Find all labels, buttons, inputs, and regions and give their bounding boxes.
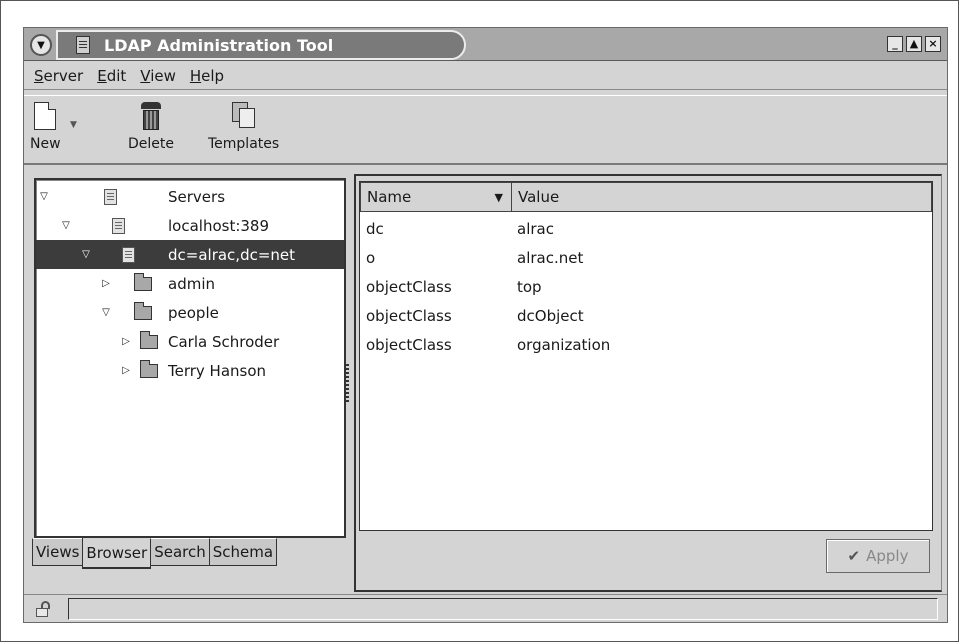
- pane-splitter-handle[interactable]: [346, 364, 349, 404]
- folder-icon: [134, 301, 152, 320]
- menu-edit[interactable]: Edit: [97, 67, 126, 85]
- tree-node-label: people: [168, 303, 219, 322]
- collapse-arrow-icon[interactable]: ▽: [80, 249, 92, 260]
- attr-value-cell[interactable]: dcObject: [517, 301, 584, 330]
- menu-help[interactable]: Help: [190, 67, 224, 85]
- tab-schema[interactable]: Schema: [208, 538, 278, 566]
- window-controls: _ ▲ ×: [887, 36, 941, 52]
- server-icon: [122, 246, 135, 263]
- attr-name-cell[interactable]: objectClass: [366, 301, 452, 330]
- tree-node-label: localhost:389: [168, 216, 270, 235]
- apply-button[interactable]: ✔ Apply: [826, 539, 930, 573]
- new-button[interactable]: New: [30, 102, 61, 152]
- templates-icon: [231, 102, 256, 130]
- tab-browser[interactable]: Browser: [82, 538, 152, 569]
- tree-node-people[interactable]: ▽ people: [36, 298, 344, 327]
- tab-search[interactable]: Search: [150, 538, 210, 566]
- status-message: [68, 598, 938, 620]
- title-tab[interactable]: LDAP Administration Tool: [56, 30, 466, 60]
- window-title: LDAP Administration Tool: [104, 35, 334, 55]
- attribute-table[interactable]: Name ▼ Value dc alrac o alrac.net object…: [359, 181, 933, 531]
- delete-button-label: Delete: [128, 136, 174, 152]
- folder-icon: [140, 359, 158, 378]
- folder-icon: [134, 272, 152, 291]
- column-header-name-label: Name: [367, 188, 412, 206]
- tree-node-carla-schroder[interactable]: ▷ Carla Schroder: [36, 327, 344, 356]
- tab-views[interactable]: Views: [32, 538, 84, 566]
- close-icon[interactable]: ×: [925, 36, 941, 52]
- attr-name-cell[interactable]: o: [366, 243, 375, 272]
- attr-value-cell[interactable]: alrac.net: [517, 243, 583, 272]
- left-panel-tabs: Views Browser Search Schema: [32, 538, 278, 569]
- tree-node-dc-alrac[interactable]: ▽ dc=alrac,dc=net: [36, 240, 344, 269]
- tree-node-label: Carla Schroder: [168, 332, 280, 351]
- status-bar: [24, 594, 947, 622]
- delete-button[interactable]: Delete: [128, 102, 174, 152]
- new-document-icon: [34, 102, 57, 130]
- server-icon: [112, 217, 125, 234]
- expand-arrow-icon[interactable]: ▷: [100, 278, 112, 289]
- minimize-icon[interactable]: _: [887, 36, 903, 52]
- attr-value-cell[interactable]: organization: [517, 330, 610, 359]
- attr-name-cell[interactable]: dc: [366, 214, 384, 243]
- maximize-icon[interactable]: ▲: [906, 36, 922, 52]
- window-menu-icon[interactable]: ▼: [30, 34, 52, 56]
- templates-button-label: Templates: [208, 136, 280, 152]
- tree-node-label: Servers: [168, 187, 226, 206]
- collapse-arrow-icon[interactable]: ▽: [60, 220, 72, 231]
- screenshot-frame: ▼ LDAP Administration Tool _ ▲ × Server …: [0, 0, 959, 642]
- expand-arrow-icon[interactable]: ▷: [120, 365, 132, 376]
- collapse-arrow-icon[interactable]: ▽: [38, 191, 50, 202]
- tree-node-localhost[interactable]: ▽ localhost:389: [36, 211, 344, 240]
- tree-node-label: admin: [168, 274, 215, 293]
- checkmark-icon: ✔: [847, 547, 861, 565]
- tree-node-label: dc=alrac,dc=net: [168, 245, 296, 264]
- menu-view[interactable]: View: [140, 67, 176, 85]
- apply-button-label: Apply: [866, 547, 909, 565]
- attr-name-cell[interactable]: objectClass: [366, 272, 452, 301]
- column-header-value-label: Value: [518, 188, 560, 206]
- sort-descending-icon: ▼: [494, 190, 503, 204]
- new-button-label: New: [30, 136, 61, 152]
- trash-icon: [140, 102, 162, 130]
- templates-button[interactable]: Templates: [208, 102, 279, 152]
- expand-arrow-icon[interactable]: ▷: [120, 336, 132, 347]
- new-dropdown-arrow-icon[interactable]: ▼: [70, 120, 77, 130]
- tree-node-admin[interactable]: ▷ admin: [36, 269, 344, 298]
- tree-node-servers[interactable]: ▽ Servers: [36, 182, 344, 211]
- title-bar[interactable]: ▼ LDAP Administration Tool _ ▲ ×: [24, 28, 947, 61]
- attr-value-cell[interactable]: top: [517, 272, 542, 301]
- column-header-name[interactable]: Name ▼: [360, 182, 512, 212]
- attr-name-cell[interactable]: objectClass: [366, 330, 452, 359]
- tree-node-label: Terry Hanson: [168, 361, 267, 380]
- app-window: ▼ LDAP Administration Tool _ ▲ × Server …: [23, 27, 948, 623]
- menu-bar: Server Edit View Help: [24, 62, 947, 90]
- directory-tree[interactable]: ▽ Servers ▽ localhost:389 ▽ dc=alrac,dc=…: [34, 178, 346, 538]
- app-icon: [76, 36, 90, 54]
- attr-value-cell[interactable]: alrac: [517, 214, 554, 243]
- toolbar: New ▼ Delete Templates: [24, 95, 947, 165]
- lock-icon: [34, 601, 52, 617]
- collapse-arrow-icon[interactable]: ▽: [100, 307, 112, 318]
- menu-server[interactable]: Server: [34, 67, 83, 85]
- folder-icon: [140, 330, 158, 349]
- server-icon: [104, 188, 117, 205]
- tree-node-terry-hanson[interactable]: ▷ Terry Hanson: [36, 356, 344, 385]
- column-header-value[interactable]: Value: [511, 182, 932, 212]
